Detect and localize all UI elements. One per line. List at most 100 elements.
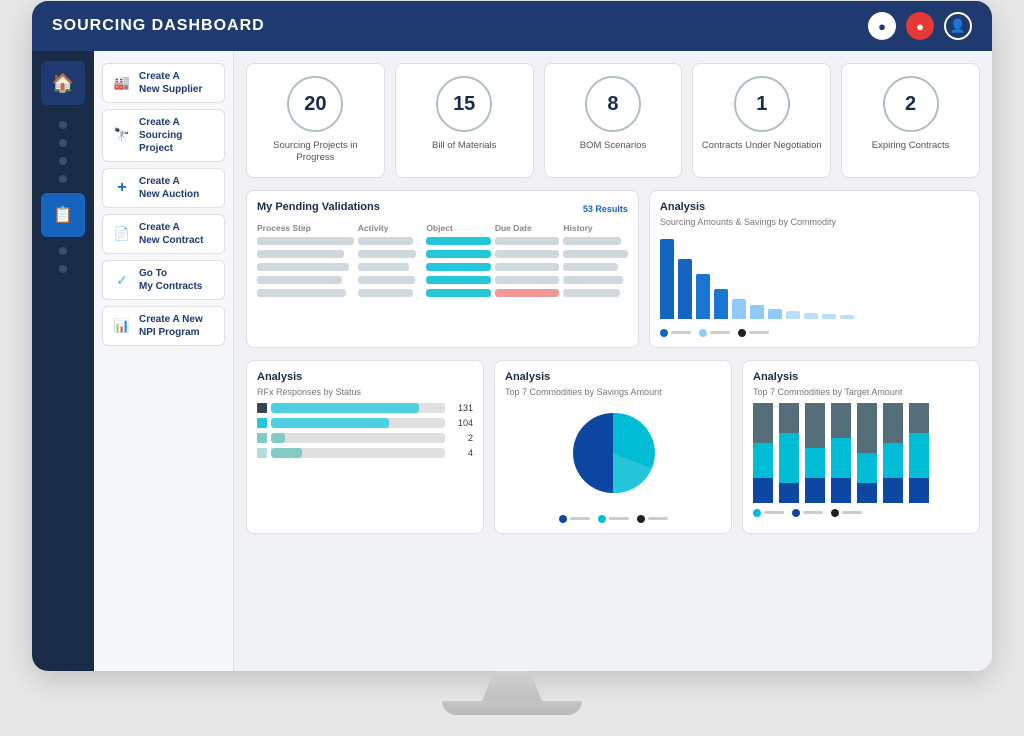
sidebar-dot-4[interactable] <box>59 175 67 183</box>
table-body <box>257 237 628 297</box>
kpi-row: 20 Sourcing Projects in Progress 15 Bill… <box>246 63 980 178</box>
header-actions: ● ● 👤 <box>868 12 972 40</box>
table-row[interactable] <box>257 237 628 245</box>
col-process-step: Process Step <box>257 223 354 233</box>
rfx-value-2: 104 <box>449 418 473 428</box>
bar-1 <box>660 239 674 319</box>
rfx-bars: 131 104 <box>257 403 473 458</box>
stacked-bars <box>753 403 969 503</box>
col-activity: Activity <box>358 223 423 233</box>
analysis-top-panel: Analysis Sourcing Amounts & Savings by C… <box>649 190 980 348</box>
sidebar-dot-3[interactable] <box>59 157 67 165</box>
kpi-value-negotiation: 1 <box>734 76 790 132</box>
stacked-title: Analysis <box>753 371 969 383</box>
seg-4a <box>831 403 851 438</box>
pie-chart <box>563 403 663 503</box>
table-row[interactable] <box>257 250 628 258</box>
stacked-subtitle: Top 7 Commodities by Target Amount <box>753 387 969 397</box>
pending-title: My Pending Validations <box>257 201 380 213</box>
stacked-dot-1 <box>753 509 761 517</box>
create-supplier-button[interactable]: 🏭 Create ANew Supplier <box>102 63 225 103</box>
stacked-bar-1 <box>753 403 773 503</box>
stacked-legend <box>753 509 969 517</box>
user-avatar[interactable]: 👤 <box>944 12 972 40</box>
stacked-bar-4 <box>831 403 851 503</box>
rfx-fill-4 <box>271 448 302 458</box>
contract-icon: 📄 <box>111 223 133 245</box>
create-sourcing-label: Create ASourcing Project <box>139 116 216 155</box>
bar-11 <box>840 315 854 319</box>
stacked-panel: Analysis Top 7 Commodities by Target Amo… <box>742 360 980 534</box>
rfx-title: Analysis <box>257 371 473 383</box>
kpi-bom[interactable]: 15 Bill of Materials <box>395 63 534 178</box>
seg-2a <box>779 403 799 433</box>
pie-line-3 <box>648 517 668 520</box>
table-row[interactable] <box>257 263 628 271</box>
pie-line-1 <box>570 517 590 520</box>
my-contracts-button[interactable]: ✓ Go ToMy Contracts <box>102 260 225 300</box>
sidebar-dot-1[interactable] <box>59 121 67 129</box>
legend-item-3 <box>738 329 769 337</box>
rfx-value-1: 131 <box>449 403 473 413</box>
seg-7b <box>909 433 929 478</box>
kpi-value-expiring: 2 <box>883 76 939 132</box>
rfx-track-2 <box>271 418 445 428</box>
create-supplier-label: Create ANew Supplier <box>139 70 202 96</box>
alert-icon[interactable]: ● <box>906 12 934 40</box>
stacked-dot-2 <box>792 509 800 517</box>
pie-title: Analysis <box>505 371 721 383</box>
seg-3a <box>805 403 825 448</box>
seg-4b <box>831 438 851 478</box>
rfx-color-2 <box>257 418 267 428</box>
my-contracts-label: Go ToMy Contracts <box>139 267 202 293</box>
rfx-color-3 <box>257 433 267 443</box>
col-object: Object <box>426 223 491 233</box>
kpi-label-scenarios: BOM Scenarios <box>580 140 647 152</box>
legend-dot-1 <box>660 329 668 337</box>
legend-item-2 <box>699 329 730 337</box>
home-button[interactable]: 🏠 <box>41 61 85 105</box>
sidebar-dot-6[interactable] <box>59 265 67 273</box>
pie-legend-1 <box>559 515 590 523</box>
create-contract-button[interactable]: 📄 Create ANew Contract <box>102 214 225 254</box>
kpi-label-bom: Bill of Materials <box>432 140 496 152</box>
bar-4 <box>714 289 728 319</box>
seg-6c <box>883 478 903 503</box>
bar-chart <box>660 233 969 323</box>
rfx-fill-2 <box>271 418 389 428</box>
create-npi-button[interactable]: 📊 Create A NewNPI Program <box>102 306 225 346</box>
table-row[interactable] <box>257 276 628 284</box>
sidebar-dot-2[interactable] <box>59 139 67 147</box>
stacked-bar-5 <box>857 403 877 503</box>
rfx-value-3: 2 <box>449 433 473 443</box>
pie-container <box>505 403 721 523</box>
kpi-label-sourcing: Sourcing Projects in Progress <box>255 140 376 165</box>
pie-line-2 <box>609 517 629 520</box>
middle-row: My Pending Validations 53 Results Proces… <box>246 190 980 348</box>
kpi-contracts-negotiation[interactable]: 1 Contracts Under Negotiation <box>692 63 831 178</box>
stacked-dot-3 <box>831 509 839 517</box>
rfx-track-1 <box>271 403 445 413</box>
pie-panel: Analysis Top 7 Commodities by Savings Am… <box>494 360 732 534</box>
seg-2c <box>779 483 799 503</box>
stacked-bar-3 <box>805 403 825 503</box>
create-auction-button[interactable]: + Create ANew Auction <box>102 168 225 208</box>
col-history: History <box>563 223 628 233</box>
sidebar-active-item[interactable]: 📋 <box>41 193 85 237</box>
table-row[interactable] <box>257 289 628 297</box>
create-sourcing-button[interactable]: 🔭 Create ASourcing Project <box>102 109 225 162</box>
seg-3c <box>805 478 825 503</box>
kpi-bom-scenarios[interactable]: 8 BOM Scenarios <box>544 63 683 178</box>
bar-3 <box>696 274 710 319</box>
sidebar-dot-5[interactable] <box>59 247 67 255</box>
table-headers: Process Step Activity Object Due Date Hi… <box>257 223 628 233</box>
kpi-expiring-contracts[interactable]: 2 Expiring Contracts <box>841 63 980 178</box>
notification-icon[interactable]: ● <box>868 12 896 40</box>
kpi-sourcing-projects[interactable]: 20 Sourcing Projects in Progress <box>246 63 385 178</box>
create-auction-label: Create ANew Auction <box>139 175 199 201</box>
stacked-line-2 <box>803 511 823 514</box>
rfx-fill-3 <box>271 433 285 443</box>
stacked-legend-1 <box>753 509 784 517</box>
seg-1b <box>753 443 773 478</box>
rfx-track-4 <box>271 448 445 458</box>
